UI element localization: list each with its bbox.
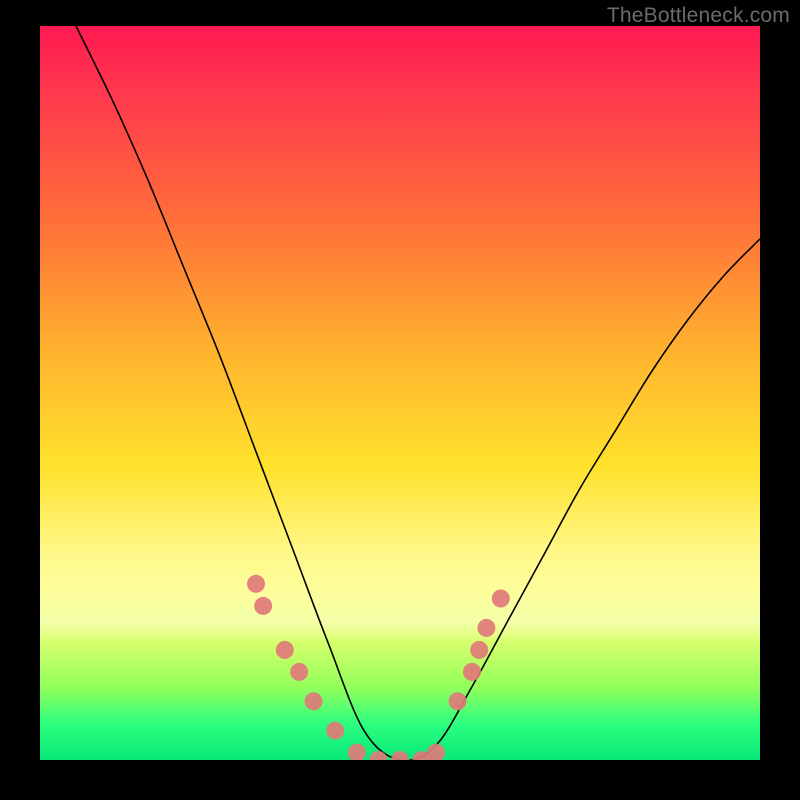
watermark-text: TheBottleneck.com — [607, 4, 790, 28]
plot-gradient-background — [40, 26, 760, 760]
chart-stage: TheBottleneck.com — [0, 0, 800, 800]
